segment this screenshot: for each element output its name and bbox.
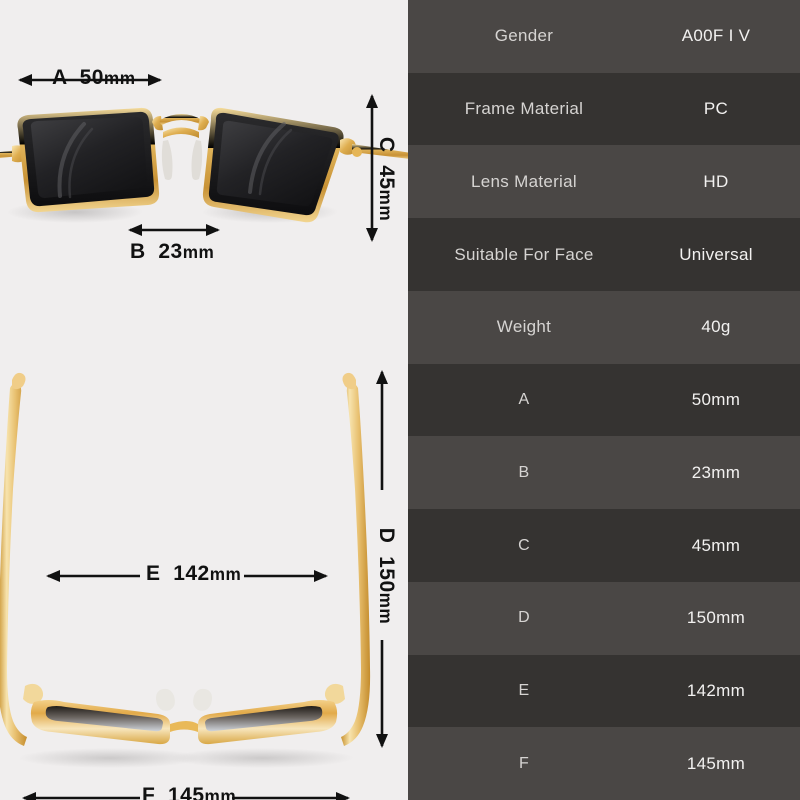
hinge-screw-right (352, 147, 362, 157)
dimension-label-f: F 145mm (142, 784, 236, 800)
spec-value: 23mm (691, 462, 741, 482)
spec-value: 50mm (691, 390, 741, 410)
table-row: E 142mm (408, 654, 800, 728)
dimension-a-unit: mm (103, 68, 136, 88)
spec-value: 40g (701, 317, 731, 337)
lens-left (30, 117, 148, 198)
spec-key: Gender (494, 26, 554, 46)
nose-pad-left (161, 140, 173, 180)
table-row: F 145mm (408, 727, 800, 800)
table-row: A 50mm (408, 363, 800, 437)
spec-key: A (518, 391, 530, 409)
dimension-b-code: B (130, 240, 146, 263)
table-row: C 45mm (408, 509, 800, 582)
spec-value: 142mm (686, 680, 746, 700)
spec-value: A00F I V (681, 26, 751, 46)
table-row: D 150mm (408, 581, 800, 655)
table-row: Gender A00F I V (408, 0, 800, 73)
spec-key: Suitable For Face (454, 244, 594, 264)
dimension-f-value: 145 (168, 784, 205, 800)
folded-nose-pad-left (156, 688, 175, 711)
spec-value: HD (703, 171, 729, 191)
front-view-illustration (0, 74, 408, 242)
spec-key: Weight (496, 317, 552, 337)
dimension-b-value: 23 (158, 240, 183, 263)
dimension-label-e: E 142mm (146, 562, 241, 586)
spec-value: 145mm (686, 753, 746, 773)
spec-key: Frame Material (464, 99, 584, 119)
dimension-e-code: E (146, 562, 161, 585)
spec-value: 150mm (686, 608, 746, 628)
bridge-lower (163, 127, 199, 138)
spec-value: Universal (679, 244, 753, 264)
table-row: Lens Material HD (408, 145, 800, 219)
folded-shadow-right (170, 748, 354, 768)
nose-pad-right (191, 140, 203, 180)
dimension-label-c: C 45mm (374, 124, 398, 234)
dimension-a-value: 50 (79, 66, 104, 89)
dimension-c-unit: mm (376, 189, 396, 222)
bridge-bar (159, 114, 203, 125)
specification-table: Gender A00F I V Frame Material PC Lens M… (408, 0, 800, 800)
table-row: B 23mm (408, 436, 800, 510)
table-row: Frame Material PC (408, 72, 800, 146)
dimension-a-code: A (52, 66, 67, 89)
dimension-f-code: F (142, 784, 156, 800)
spec-value: PC (703, 99, 729, 119)
dimension-d-unit: mm (376, 592, 396, 625)
folded-view-diagram: E 142mm F 145mm D 150mm (0, 350, 408, 800)
dimension-b-unit: mm (182, 242, 215, 262)
dimension-f-unit: mm (204, 786, 237, 800)
dimension-label-d: D 150mm (374, 516, 398, 636)
endpiece-right (198, 116, 209, 131)
temple-tip-right (342, 372, 356, 390)
dimension-label-a: A 50mm (52, 66, 136, 90)
temple-right (341, 383, 371, 746)
spec-key: B (518, 463, 530, 481)
front-view-diagram: A 50mm B 23mm C 45mm (0, 0, 408, 350)
table-row: Suitable For Face Universal (408, 218, 800, 291)
dimension-e-value: 142 (173, 562, 210, 585)
dimension-e-unit: mm (209, 564, 242, 584)
dimension-label-b: B 23mm (130, 240, 214, 264)
dimension-d-value: 150 (375, 556, 398, 593)
spec-value: 45mm (691, 535, 741, 555)
dimension-arrow-b (128, 224, 220, 236)
spec-key: D (518, 609, 530, 627)
temple-tip-left (12, 372, 26, 390)
spec-key: C (518, 536, 530, 554)
spec-key: Lens Material (471, 171, 577, 191)
folded-bridge (170, 721, 198, 732)
dimension-c-code: C (375, 136, 398, 153)
product-spec-sheet: A 50mm B 23mm C 45mm E 142mm F 145mm D 1… (0, 0, 800, 800)
product-diagram-panel: A 50mm B 23mm C 45mm E 142mm F 145mm D 1… (0, 0, 408, 800)
dimension-d-code: D (375, 527, 398, 544)
spec-key: E (518, 681, 530, 699)
spec-key: F (518, 754, 530, 772)
table-row: Weight 40g (408, 290, 800, 364)
folded-nose-pad-right (193, 688, 212, 711)
temple-left (0, 383, 27, 746)
dimension-c-value: 45 (375, 165, 398, 190)
